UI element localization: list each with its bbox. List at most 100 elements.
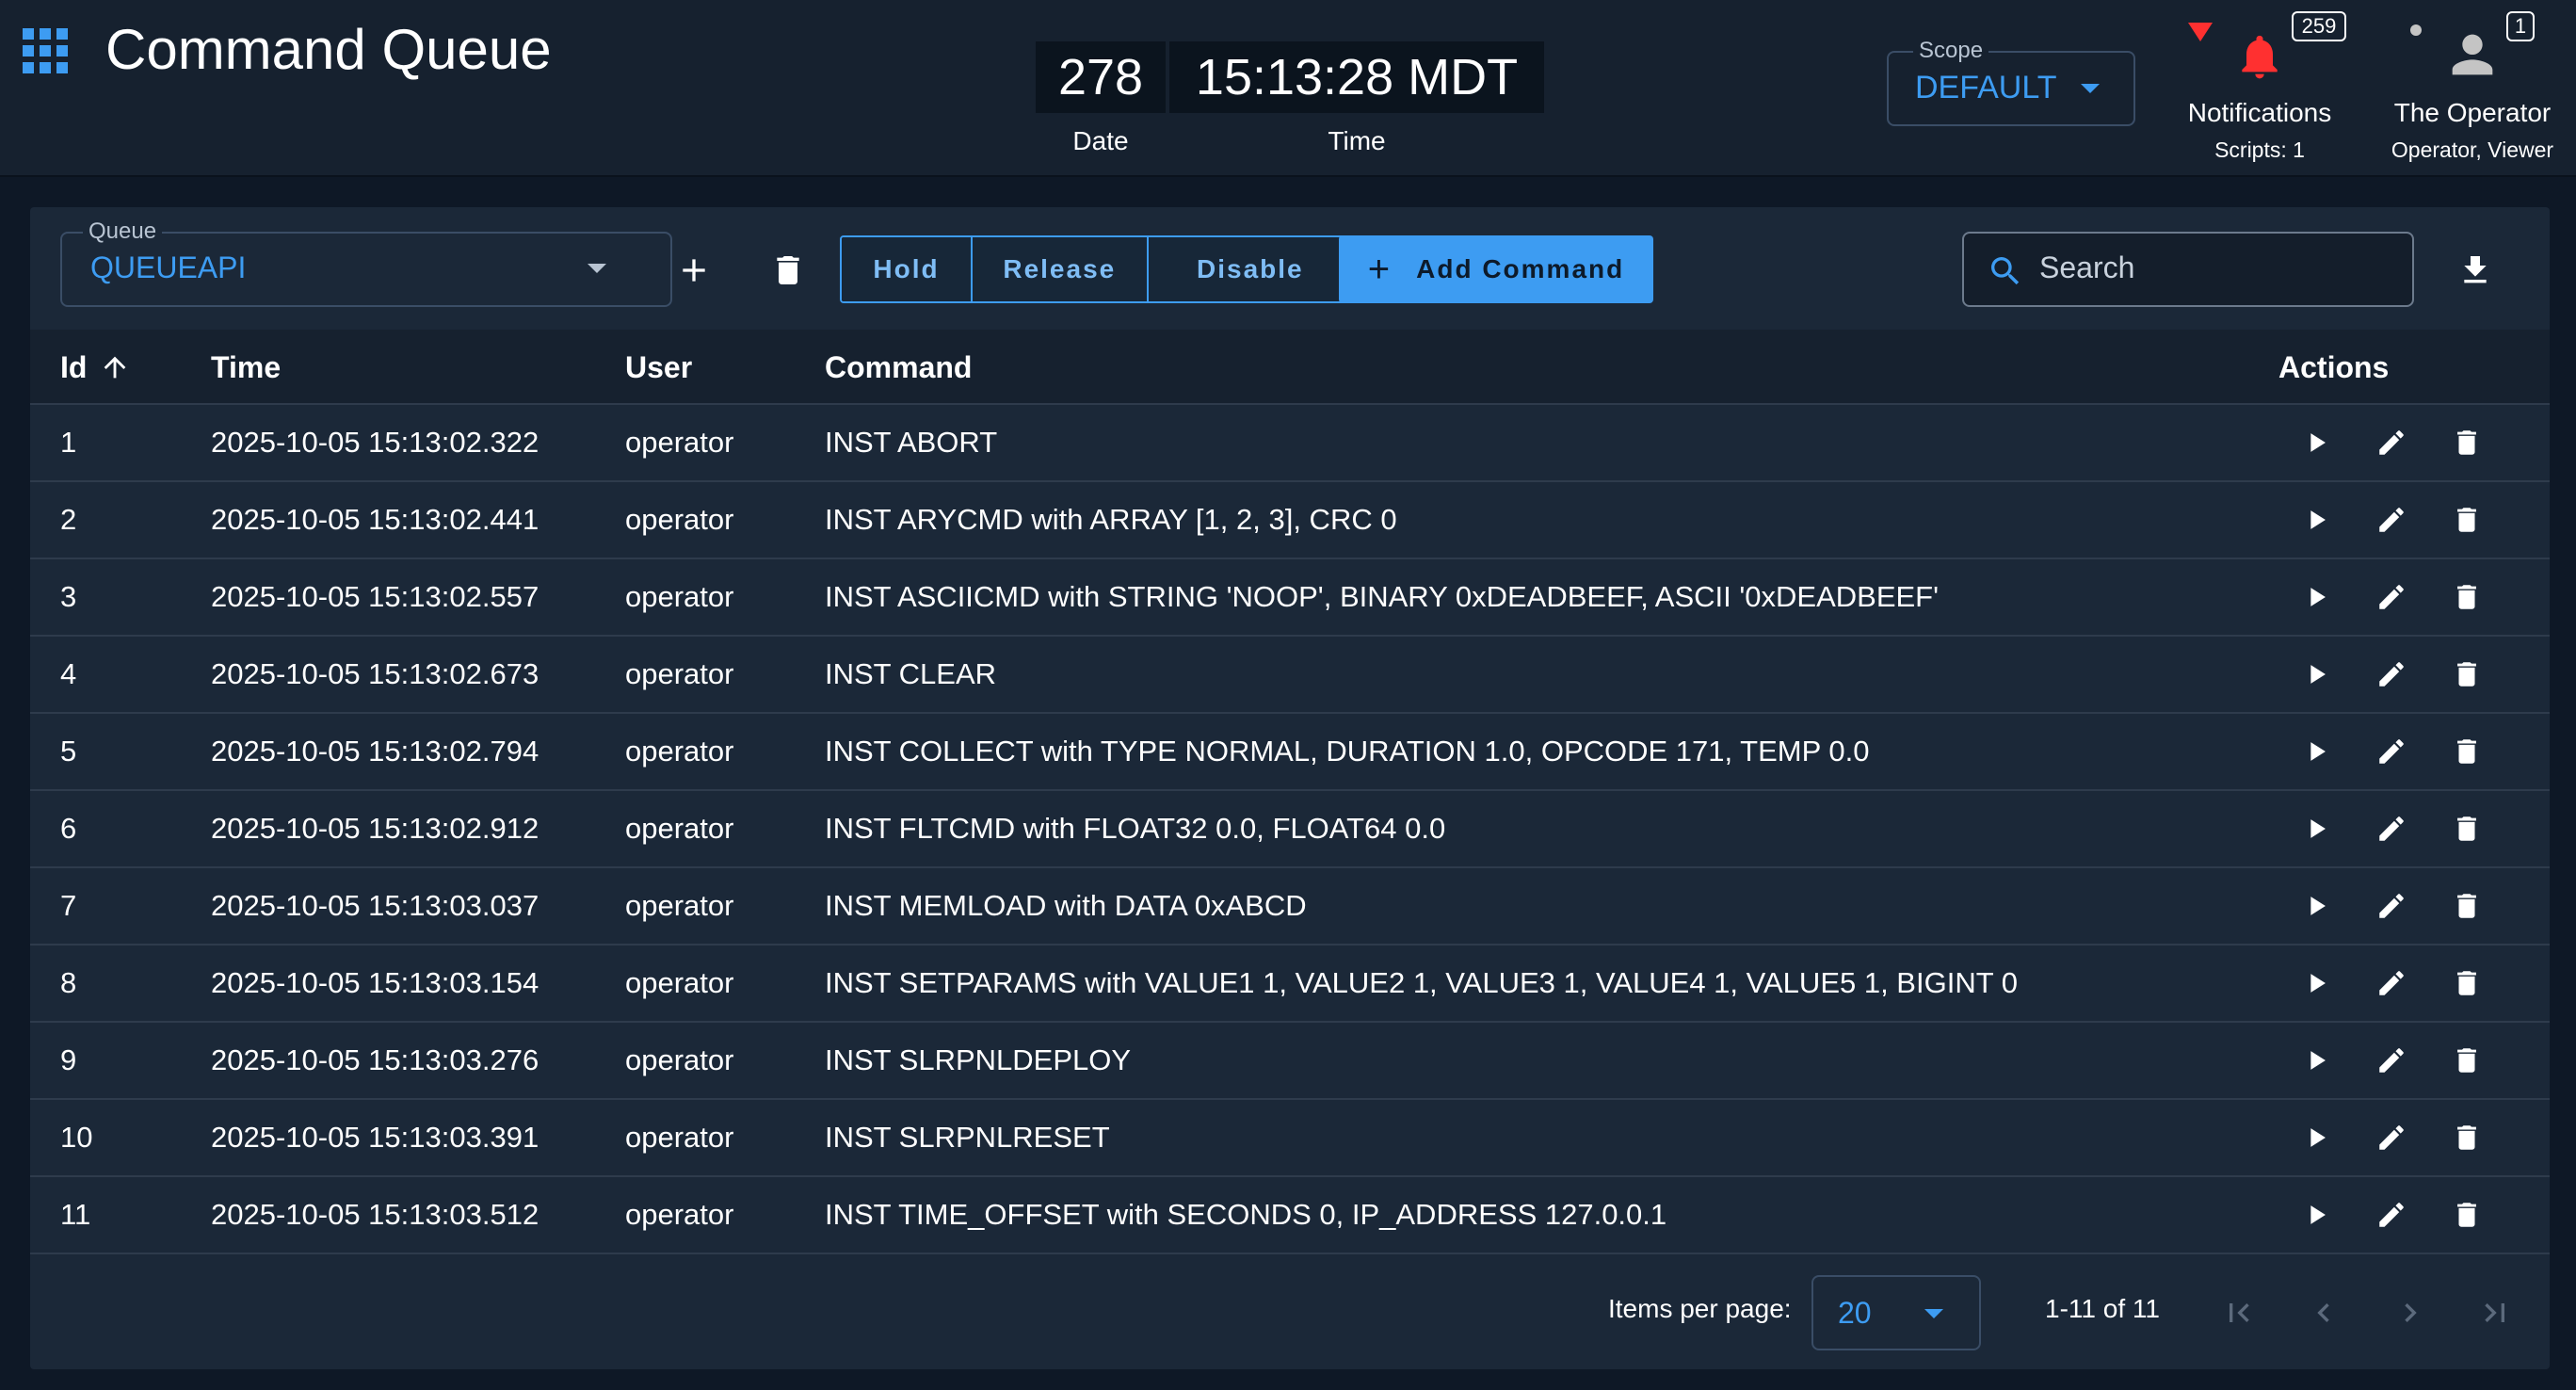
release-button[interactable]: Release <box>972 237 1149 301</box>
notifications-label[interactable]: Notifications <box>2165 98 2354 128</box>
execute-command-button[interactable] <box>2297 964 2335 1002</box>
cell-time: 2025-10-05 15:13:03.154 <box>211 966 539 999</box>
execute-command-button[interactable] <box>2297 424 2335 461</box>
play-icon <box>2310 974 2326 993</box>
pencil-icon <box>2379 894 2404 918</box>
delete-command-button[interactable] <box>2448 1196 2486 1234</box>
add-command-label: Add Command <box>1416 254 1625 283</box>
table-row[interactable]: 8 2025-10-05 15:13:03.154 operator INST SET… <box>30 946 2550 1023</box>
execute-command-button[interactable] <box>2297 887 2335 925</box>
table-row[interactable]: 2 2025-10-05 15:13:02.441 operator INST ARY… <box>30 482 2550 559</box>
trash-icon <box>2457 430 2476 455</box>
user-name[interactable]: The Operator <box>2378 98 2567 128</box>
cell-id: 10 <box>60 1121 93 1154</box>
delete-command-button[interactable] <box>2448 733 2486 770</box>
edit-command-button[interactable] <box>2373 1119 2410 1156</box>
cell-command: INST CLEAR <box>825 657 997 690</box>
cell-id: 8 <box>60 966 77 999</box>
download-button[interactable] <box>2452 247 2499 294</box>
delete-queue-button[interactable] <box>765 247 812 294</box>
cell-id: 6 <box>60 812 77 845</box>
execute-command-button[interactable] <box>2297 501 2335 539</box>
search-input[interactable] <box>1962 232 2414 307</box>
delete-command-button[interactable] <box>2448 1042 2486 1079</box>
cell-time: 2025-10-05 15:13:03.391 <box>211 1121 539 1154</box>
edit-command-button[interactable] <box>2373 964 2410 1002</box>
trash-icon <box>2457 508 2476 532</box>
column-header-time[interactable]: Time <box>211 330 281 405</box>
edit-command-button[interactable] <box>2373 655 2410 693</box>
previous-page-button[interactable] <box>2303 1292 2344 1333</box>
cell-time: 2025-10-05 15:13:03.512 <box>211 1198 539 1231</box>
edit-command-button[interactable] <box>2373 501 2410 539</box>
next-page-button[interactable] <box>2390 1292 2431 1333</box>
cell-command: INST FLTCMD with FLOAT32 0.0, FLOAT64 0.… <box>825 812 1446 845</box>
execute-command-button[interactable] <box>2297 733 2335 770</box>
cell-time: 2025-10-05 15:13:03.037 <box>211 889 539 922</box>
play-icon <box>2310 1051 2326 1070</box>
edit-command-button[interactable] <box>2373 424 2410 461</box>
execute-command-button[interactable] <box>2297 810 2335 848</box>
execute-command-button[interactable] <box>2297 1196 2335 1234</box>
scripts-count: Scripts: 1 <box>2214 137 2305 162</box>
table-row[interactable]: 1 2025-10-05 15:13:02.322 operator INST ABO… <box>30 405 2550 482</box>
delete-command-button[interactable] <box>2448 810 2486 848</box>
bell-icon[interactable] <box>2233 26 2286 87</box>
delete-command-button[interactable] <box>2448 887 2486 925</box>
cell-command: INST MEMLOAD with DATA 0xABCD <box>825 889 1307 922</box>
queue-state-buttons: Hold Release Disable <box>840 235 1354 303</box>
cell-user: operator <box>625 966 734 999</box>
scope-legend: Scope <box>1913 38 1989 64</box>
execute-command-button[interactable] <box>2297 1042 2335 1079</box>
cell-user: operator <box>625 1121 734 1154</box>
edit-command-button[interactable] <box>2373 887 2410 925</box>
apps-grid-icon[interactable] <box>23 28 68 73</box>
edit-command-button[interactable] <box>2373 810 2410 848</box>
add-queue-button[interactable] <box>670 247 717 294</box>
pencil-icon <box>2379 585 2404 609</box>
delete-command-button[interactable] <box>2448 964 2486 1002</box>
add-command-button[interactable]: + Add Command <box>1339 235 1653 303</box>
pencil-icon <box>2379 816 2404 841</box>
cell-command: INST SETPARAMS with VALUE1 1, VALUE2 1, … <box>825 966 2018 999</box>
cell-user: operator <box>625 426 734 459</box>
items-per-page-select[interactable] <box>1811 1275 1981 1350</box>
edit-command-button[interactable] <box>2373 1196 2410 1234</box>
date-value: 278 <box>1036 41 1166 113</box>
delete-command-button[interactable] <box>2448 1119 2486 1156</box>
execute-command-button[interactable] <box>2297 655 2335 693</box>
table-row[interactable]: 5 2025-10-05 15:13:02.794 operator INST COL… <box>30 714 2550 791</box>
disable-button[interactable]: Disable <box>1148 237 1352 301</box>
account-icon[interactable] <box>2442 24 2503 85</box>
execute-command-button[interactable] <box>2297 1119 2335 1156</box>
delete-command-button[interactable] <box>2448 501 2486 539</box>
delete-command-button[interactable] <box>2448 655 2486 693</box>
time-value: 15:13:28 MDT <box>1169 41 1544 113</box>
table-row[interactable]: 9 2025-10-05 15:13:03.276 operator INST SLR… <box>30 1023 2550 1100</box>
edit-command-button[interactable] <box>2373 1042 2410 1079</box>
table-row[interactable]: 10 2025-10-05 15:13:03.391 operator INST SL… <box>30 1100 2550 1177</box>
play-icon <box>2310 510 2326 529</box>
cell-id: 3 <box>60 580 77 613</box>
execute-command-button[interactable] <box>2297 578 2335 616</box>
cell-id: 2 <box>60 503 77 536</box>
column-header-id[interactable]: Id <box>60 330 131 405</box>
pencil-icon <box>2379 430 2404 455</box>
edit-command-button[interactable] <box>2373 578 2410 616</box>
last-page-button[interactable] <box>2474 1292 2516 1333</box>
table-row[interactable]: 4 2025-10-05 15:13:02.673 operator INST CLE… <box>30 637 2550 714</box>
column-header-command[interactable]: Command <box>825 330 972 405</box>
cell-time: 2025-10-05 15:13:02.557 <box>211 580 539 613</box>
table-row[interactable]: 6 2025-10-05 15:13:02.912 operator INST FLT… <box>30 791 2550 868</box>
column-header-user[interactable]: User <box>625 330 692 405</box>
table-row[interactable]: 7 2025-10-05 15:13:03.037 operator INST MEM… <box>30 868 2550 946</box>
table-row[interactable]: 3 2025-10-05 15:13:02.557 operator INST ASC… <box>30 559 2550 637</box>
cell-user: operator <box>625 503 734 536</box>
first-page-button[interactable] <box>2218 1292 2260 1333</box>
delete-command-button[interactable] <box>2448 424 2486 461</box>
cell-command: INST ASCIICMD with STRING 'NOOP', BINARY… <box>825 580 1940 613</box>
page-title: Command Queue <box>105 18 552 81</box>
edit-command-button[interactable] <box>2373 733 2410 770</box>
hold-button[interactable]: Hold <box>842 237 973 301</box>
delete-command-button[interactable] <box>2448 578 2486 616</box>
